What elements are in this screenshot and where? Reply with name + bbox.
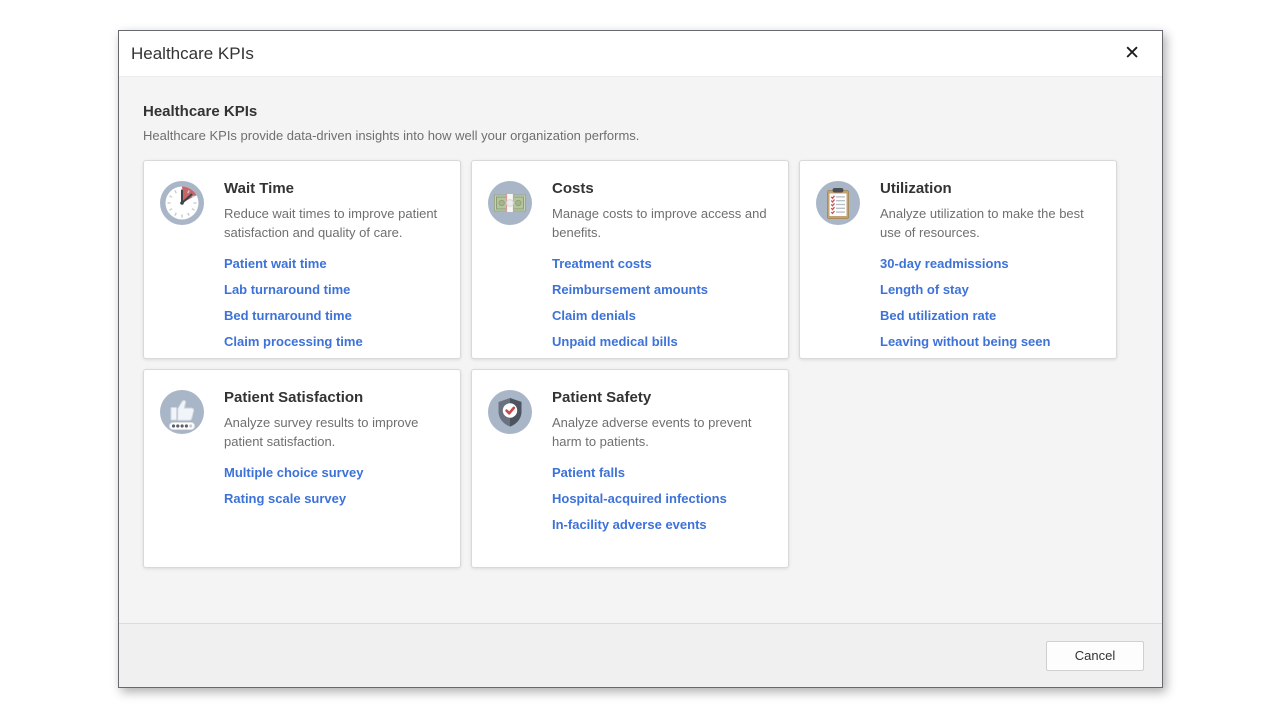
card-title: Patient Safety — [552, 389, 774, 406]
section-heading: Healthcare KPIs — [143, 103, 1138, 120]
kpi-link[interactable]: Hospital-acquired infections — [552, 490, 774, 507]
card-description: Analyze survey results to improve patien… — [224, 413, 446, 451]
kpi-link[interactable]: 30-day readmissions — [880, 255, 1102, 272]
kpi-link[interactable]: Claim denials — [552, 307, 774, 324]
dialog-body: Healthcare KPIs Healthcare KPIs provide … — [119, 77, 1162, 623]
kpi-link[interactable]: Patient wait time — [224, 255, 446, 272]
clipboard-checklist-icon — [815, 180, 861, 344]
card-description: Manage costs to improve access and benef… — [552, 204, 774, 242]
card-patient-safety: Patient Safety Analyze adverse events to… — [471, 369, 789, 568]
card-title: Costs — [552, 180, 774, 197]
cancel-button[interactable]: Cancel — [1046, 641, 1144, 671]
section-subtitle: Healthcare KPIs provide data-driven insi… — [143, 128, 1138, 143]
thumbs-up-icon — [159, 389, 205, 553]
card-patient-satisfaction: Patient Satisfaction Analyze survey resu… — [143, 369, 461, 568]
dialog-footer: Cancel — [119, 623, 1162, 687]
healthcare-kpis-dialog: Healthcare KPIs ✕ Healthcare KPIs Health… — [118, 30, 1163, 688]
kpi-link[interactable]: Multiple choice survey — [224, 464, 446, 481]
card-wait-time: Wait Time Reduce wait times to improve p… — [143, 160, 461, 359]
kpi-link[interactable]: Leaving without being seen — [880, 333, 1102, 350]
kpi-link[interactable]: Reimbursement amounts — [552, 281, 774, 298]
card-description: Reduce wait times to improve patient sat… — [224, 204, 446, 242]
page-background: Healthcare KPIs ✕ Healthcare KPIs Health… — [0, 0, 1280, 720]
kpi-link[interactable]: Bed turnaround time — [224, 307, 446, 324]
clock-icon — [159, 180, 205, 344]
card-costs: Costs Manage costs to improve access and… — [471, 160, 789, 359]
kpi-link[interactable]: In-facility adverse events — [552, 516, 774, 533]
close-icon[interactable]: ✕ — [1120, 42, 1144, 65]
kpi-link[interactable]: Treatment costs — [552, 255, 774, 272]
money-icon — [487, 180, 533, 344]
kpi-link[interactable]: Lab turnaround time — [224, 281, 446, 298]
dialog-titlebar: Healthcare KPIs ✕ — [119, 31, 1162, 77]
card-utilization: Utilization Analyze utilization to make … — [799, 160, 1117, 359]
shield-check-icon — [487, 389, 533, 553]
card-title: Utilization — [880, 180, 1102, 197]
kpi-link[interactable]: Patient falls — [552, 464, 774, 481]
dialog-title: Healthcare KPIs — [131, 44, 254, 64]
kpi-link[interactable]: Bed utilization rate — [880, 307, 1102, 324]
kpi-link[interactable]: Claim processing time — [224, 333, 446, 350]
kpi-link[interactable]: Unpaid medical bills — [552, 333, 774, 350]
card-title: Wait Time — [224, 180, 446, 197]
kpi-card-grid: Wait Time Reduce wait times to improve p… — [143, 160, 1119, 568]
kpi-link[interactable]: Rating scale survey — [224, 490, 446, 507]
card-description: Analyze adverse events to prevent harm t… — [552, 413, 774, 451]
card-description: Analyze utilization to make the best use… — [880, 204, 1102, 242]
kpi-link[interactable]: Length of stay — [880, 281, 1102, 298]
card-title: Patient Satisfaction — [224, 389, 446, 406]
